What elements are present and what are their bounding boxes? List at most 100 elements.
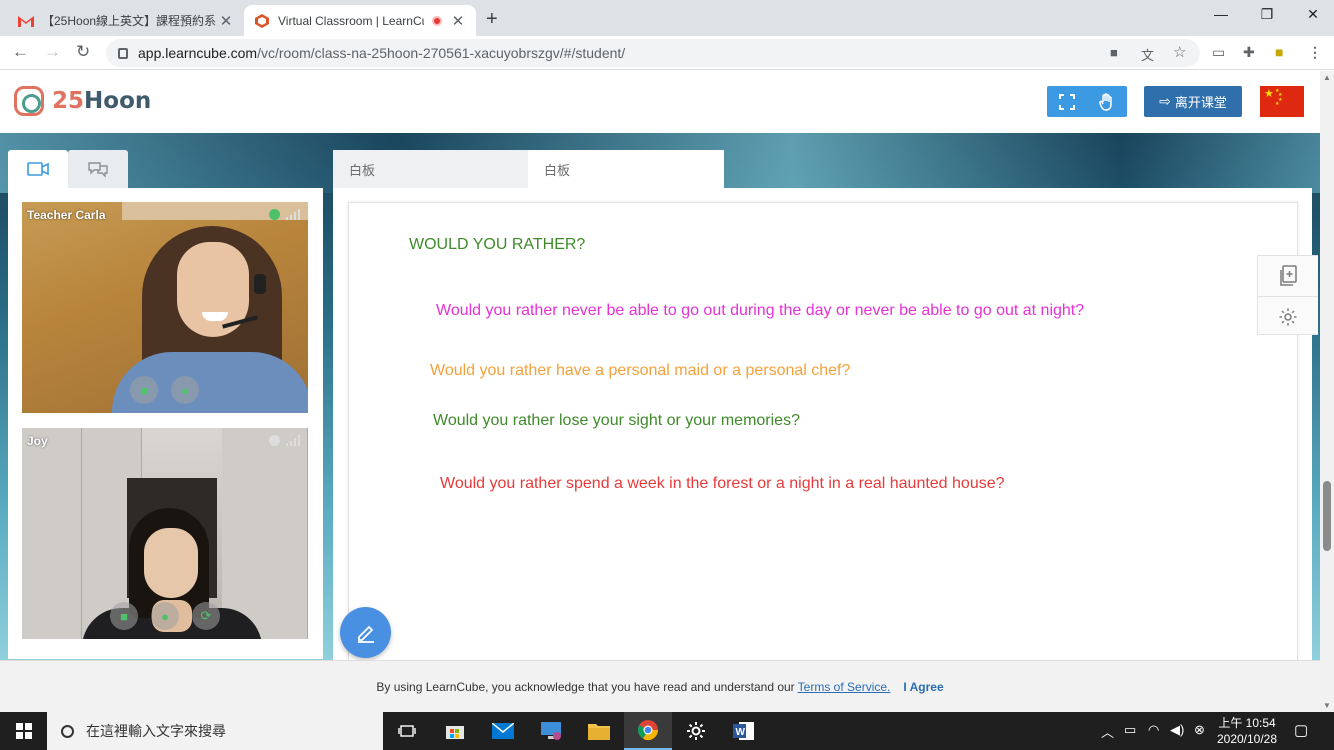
draw-pen-button[interactable] [340, 607, 391, 658]
camera-in-use-icon[interactable]: ■ [1110, 45, 1118, 60]
lock-icon [118, 47, 128, 59]
whiteboard-title: WOULD YOU RATHER? [409, 236, 586, 253]
headset-icon [254, 274, 266, 294]
participant-name: Joy [27, 434, 48, 448]
consent-text: By using LearnCube, you acknowledge that… [376, 679, 795, 694]
scrollbar-thumb[interactable] [1323, 481, 1331, 551]
china-flag-icon[interactable]: ★ ★ ★ ★ ★ [1260, 86, 1304, 117]
leave-classroom-button[interactable]: ⇨ 离开课堂 [1144, 86, 1242, 117]
raise-hand-icon[interactable] [1087, 86, 1127, 117]
whiteboard-question-3: Would you rather lose your sight or your… [433, 412, 800, 429]
store-icon[interactable] [431, 712, 479, 750]
leave-label: 离开课堂 [1174, 95, 1227, 110]
mail-icon[interactable] [479, 712, 527, 750]
tab-whiteboard-2[interactable]: 白板 [528, 150, 724, 188]
ime-icon[interactable]: ⊗ [1194, 722, 1205, 738]
teacher-video[interactable]: Teacher Carla ■ ● [22, 202, 308, 413]
microphone-toggle-icon[interactable]: ● [171, 376, 199, 404]
cast-icon[interactable]: ▭ [1212, 44, 1225, 61]
bookmark-star-icon[interactable]: ☆ [1173, 43, 1186, 61]
taskbar-search-box[interactable]: 在這裡輸入文字來搜尋 [47, 712, 383, 750]
pen-icon [357, 625, 374, 643]
add-page-icon[interactable] [1258, 256, 1318, 296]
whiteboard-canvas[interactable]: WOULD YOU RATHER? Would you rather never… [348, 202, 1298, 672]
wifi-icon[interactable]: ◠ [1148, 722, 1159, 738]
extension-badge-icon[interactable]: ■ [1275, 44, 1283, 60]
back-icon[interactable]: ← [12, 42, 29, 62]
camera-toggle-icon[interactable]: ■ [110, 602, 138, 630]
whiteboard-frame: WOULD YOU RATHER? Would you rather never… [333, 188, 1312, 672]
classroom-tools [1047, 86, 1127, 117]
tab-title: Virtual Classroom | LearnCube [278, 13, 424, 28]
browser-tab-gmail[interactable]: 【25Hoon線上英文】課程預約系 ✕ [8, 5, 244, 36]
settings-gear-icon[interactable] [1258, 296, 1318, 336]
clock-date: 2020/10/28 [1216, 732, 1278, 746]
address-bar[interactable]: app.learncube.com/vc/room/class-na-25hoo… [106, 39, 1200, 67]
page-scrollbar[interactable]: ▲ ▼ [1320, 71, 1334, 712]
scroll-down-icon[interactable]: ▼ [1323, 701, 1331, 710]
show-hidden-icons-icon[interactable]: ︿ [1101, 722, 1114, 741]
tab-whiteboard-1[interactable]: 白板 [333, 150, 528, 188]
word-icon[interactable]: W [720, 712, 768, 750]
whiteboard-tabs: 白板 白板 [333, 150, 724, 188]
new-tab-button[interactable]: + [486, 8, 498, 31]
video-panel: Teacher Carla ■ ● Joy ■ ● ⟳ [8, 188, 323, 659]
gmail-icon [18, 13, 34, 29]
microphone-toggle-icon[interactable]: ● [151, 602, 179, 630]
recording-indicator-icon [432, 15, 442, 26]
windows-start-icon[interactable] [0, 712, 47, 750]
close-tab-icon[interactable]: ✕ [450, 12, 466, 30]
close-window-icon[interactable]: ✕ [1290, 6, 1334, 23]
learncube-icon [254, 13, 270, 29]
agree-button[interactable]: I Agree [903, 680, 943, 694]
windows-taskbar: 在這裡輸入文字來搜尋 W ︿ ▭ ◠ ◀) ⊗ 上午 10:54 2020/10… [0, 712, 1334, 750]
student-video[interactable]: Joy ■ ● ⟳ [22, 428, 308, 639]
fullscreen-icon[interactable] [1047, 86, 1087, 117]
connection-status-icon [269, 435, 280, 446]
brand-logo[interactable]: 25 Hoon [14, 86, 151, 116]
minimize-icon[interactable]: — [1198, 6, 1244, 22]
signal-strength-icon [286, 209, 300, 220]
camera-toggle-icon[interactable]: ■ [130, 376, 158, 404]
browser-toolbar: ← → ↻ app.learncube.com/vc/room/class-na… [0, 36, 1334, 70]
menu-kebab-icon[interactable]: ⋮ [1308, 44, 1322, 61]
scroll-up-icon[interactable]: ▲ [1323, 73, 1331, 82]
task-view-icon[interactable] [383, 712, 431, 750]
video-camera-icon[interactable] [8, 150, 68, 188]
search-icon [61, 724, 74, 738]
chrome-icon[interactable] [624, 712, 672, 750]
url-host: app.learncube.com [138, 45, 258, 61]
tab-title: 【25Hoon線上英文】課程預約系 [42, 14, 217, 28]
clock-time: 上午 10:54 [1218, 716, 1276, 730]
terms-of-service-link[interactable]: Terms of Service. [798, 680, 891, 694]
url-path: /vc/room/class-na-25hoon-270561-xacuyobr… [257, 45, 626, 61]
logo-word: Hoon [84, 88, 152, 114]
switch-camera-icon[interactable]: ⟳ [192, 602, 220, 630]
participant-name: Teacher Carla [27, 208, 106, 222]
battery-icon[interactable]: ▭ [1124, 722, 1136, 738]
restore-icon[interactable]: ❐ [1244, 6, 1290, 23]
remote-desktop-icon[interactable] [527, 712, 575, 750]
connection-status-icon [269, 209, 280, 220]
whiteboard-question-4: Would you rather spend a week in the for… [440, 475, 1005, 492]
file-explorer-icon[interactable] [575, 712, 623, 750]
system-clock[interactable]: 上午 10:54 2020/10/28 [1212, 715, 1282, 747]
classroom-area: Teacher Carla ■ ● Joy ■ ● ⟳ 白板 白板 WOULD … [0, 133, 1320, 672]
reload-icon[interactable]: ↻ [76, 42, 90, 62]
exit-icon: ⇨ [1159, 93, 1171, 109]
translate-icon[interactable]: 文 [1141, 45, 1154, 64]
volume-icon[interactable]: ◀) [1170, 722, 1184, 738]
whiteboard-question-2: Would you rather have a personal maid or… [430, 362, 851, 379]
settings-icon[interactable] [672, 712, 720, 750]
whiteboard-side-tools [1257, 255, 1318, 335]
browser-tab-learncube[interactable]: Virtual Classroom | LearnCube ✕ [244, 5, 476, 36]
logo-mark-icon [14, 86, 44, 116]
search-placeholder: 在這裡輸入文字來搜尋 [86, 723, 226, 739]
extensions-icon[interactable]: ✚ [1243, 44, 1255, 61]
notifications-icon[interactable]: ▢ [1294, 721, 1308, 739]
forward-icon[interactable]: → [44, 42, 61, 62]
chat-bubbles-icon[interactable] [68, 150, 128, 188]
close-tab-icon[interactable]: ✕ [218, 12, 234, 30]
browser-tab-strip: 【25Hoon線上英文】課程預約系 ✕ Virtual Classroom | … [0, 0, 1334, 36]
logo-number: 25 [52, 88, 85, 114]
